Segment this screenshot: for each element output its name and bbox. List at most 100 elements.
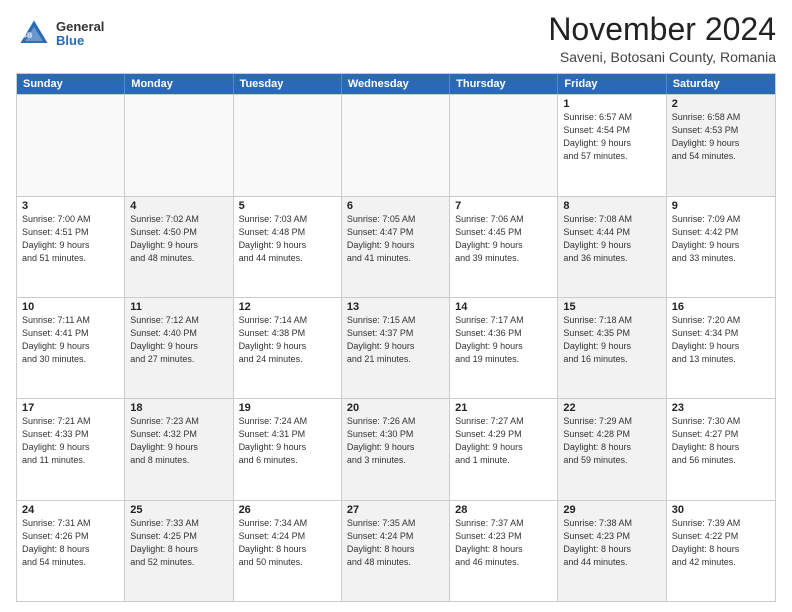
page: GB General Blue November 2024 Saveni, Bo… [0, 0, 792, 612]
day-info: Sunrise: 7:15 AMSunset: 4:37 PMDaylight:… [347, 314, 444, 366]
calendar-cell: 9Sunrise: 7:09 AMSunset: 4:42 PMDaylight… [667, 197, 775, 297]
cal-header-thursday: Thursday [450, 74, 558, 94]
calendar-cell: 20Sunrise: 7:26 AMSunset: 4:30 PMDayligh… [342, 399, 450, 499]
cal-header-saturday: Saturday [667, 74, 775, 94]
day-info: Sunrise: 7:18 AMSunset: 4:35 PMDaylight:… [563, 314, 660, 366]
calendar-cell [125, 95, 233, 195]
calendar-cell: 21Sunrise: 7:27 AMSunset: 4:29 PMDayligh… [450, 399, 558, 499]
calendar-week-4: 17Sunrise: 7:21 AMSunset: 4:33 PMDayligh… [17, 398, 775, 499]
calendar-cell: 8Sunrise: 7:08 AMSunset: 4:44 PMDaylight… [558, 197, 666, 297]
calendar-cell: 15Sunrise: 7:18 AMSunset: 4:35 PMDayligh… [558, 298, 666, 398]
calendar-cell: 1Sunrise: 6:57 AMSunset: 4:54 PMDaylight… [558, 95, 666, 195]
calendar-cell [342, 95, 450, 195]
day-number: 8 [563, 200, 660, 212]
day-number: 1 [563, 98, 660, 110]
day-info: Sunrise: 7:21 AMSunset: 4:33 PMDaylight:… [22, 415, 119, 467]
calendar-cell: 25Sunrise: 7:33 AMSunset: 4:25 PMDayligh… [125, 501, 233, 601]
calendar-cell: 3Sunrise: 7:00 AMSunset: 4:51 PMDaylight… [17, 197, 125, 297]
calendar-cell: 23Sunrise: 7:30 AMSunset: 4:27 PMDayligh… [667, 399, 775, 499]
day-number: 18 [130, 402, 227, 414]
month-title: November 2024 [548, 12, 776, 47]
day-number: 16 [672, 301, 770, 313]
day-number: 7 [455, 200, 552, 212]
calendar-week-5: 24Sunrise: 7:31 AMSunset: 4:26 PMDayligh… [17, 500, 775, 601]
day-info: Sunrise: 7:08 AMSunset: 4:44 PMDaylight:… [563, 213, 660, 265]
cal-header-sunday: Sunday [17, 74, 125, 94]
logo-blue-label: Blue [56, 34, 104, 48]
logo-general-label: General [56, 20, 104, 34]
day-number: 2 [672, 98, 770, 110]
calendar-cell: 12Sunrise: 7:14 AMSunset: 4:38 PMDayligh… [234, 298, 342, 398]
calendar-cell [17, 95, 125, 195]
calendar-cell: 6Sunrise: 7:05 AMSunset: 4:47 PMDaylight… [342, 197, 450, 297]
day-info: Sunrise: 6:58 AMSunset: 4:53 PMDaylight:… [672, 111, 770, 163]
calendar-cell: 4Sunrise: 7:02 AMSunset: 4:50 PMDaylight… [125, 197, 233, 297]
day-info: Sunrise: 7:17 AMSunset: 4:36 PMDaylight:… [455, 314, 552, 366]
day-number: 21 [455, 402, 552, 414]
day-info: Sunrise: 7:11 AMSunset: 4:41 PMDaylight:… [22, 314, 119, 366]
day-info: Sunrise: 7:37 AMSunset: 4:23 PMDaylight:… [455, 517, 552, 569]
day-info: Sunrise: 7:09 AMSunset: 4:42 PMDaylight:… [672, 213, 770, 265]
cal-header-wednesday: Wednesday [342, 74, 450, 94]
day-number: 28 [455, 504, 552, 516]
logo: GB General Blue [16, 16, 104, 52]
calendar-cell: 22Sunrise: 7:29 AMSunset: 4:28 PMDayligh… [558, 399, 666, 499]
day-info: Sunrise: 7:05 AMSunset: 4:47 PMDaylight:… [347, 213, 444, 265]
day-info: Sunrise: 7:26 AMSunset: 4:30 PMDaylight:… [347, 415, 444, 467]
day-number: 10 [22, 301, 119, 313]
calendar-body: 1Sunrise: 6:57 AMSunset: 4:54 PMDaylight… [17, 94, 775, 601]
day-info: Sunrise: 7:34 AMSunset: 4:24 PMDaylight:… [239, 517, 336, 569]
day-number: 30 [672, 504, 770, 516]
calendar-cell [234, 95, 342, 195]
day-info: Sunrise: 7:30 AMSunset: 4:27 PMDaylight:… [672, 415, 770, 467]
logo-icon: GB [16, 16, 52, 52]
day-number: 20 [347, 402, 444, 414]
calendar-cell: 11Sunrise: 7:12 AMSunset: 4:40 PMDayligh… [125, 298, 233, 398]
day-number: 14 [455, 301, 552, 313]
cal-header-friday: Friday [558, 74, 666, 94]
day-number: 11 [130, 301, 227, 313]
day-info: Sunrise: 7:14 AMSunset: 4:38 PMDaylight:… [239, 314, 336, 366]
day-info: Sunrise: 7:00 AMSunset: 4:51 PMDaylight:… [22, 213, 119, 265]
calendar: SundayMondayTuesdayWednesdayThursdayFrid… [16, 73, 776, 602]
day-number: 27 [347, 504, 444, 516]
calendar-cell: 17Sunrise: 7:21 AMSunset: 4:33 PMDayligh… [17, 399, 125, 499]
calendar-week-1: 1Sunrise: 6:57 AMSunset: 4:54 PMDaylight… [17, 94, 775, 195]
day-info: Sunrise: 7:24 AMSunset: 4:31 PMDaylight:… [239, 415, 336, 467]
calendar-cell: 16Sunrise: 7:20 AMSunset: 4:34 PMDayligh… [667, 298, 775, 398]
cal-header-monday: Monday [125, 74, 233, 94]
day-number: 17 [22, 402, 119, 414]
calendar-header-row: SundayMondayTuesdayWednesdayThursdayFrid… [17, 74, 775, 94]
calendar-cell: 28Sunrise: 7:37 AMSunset: 4:23 PMDayligh… [450, 501, 558, 601]
day-info: Sunrise: 7:12 AMSunset: 4:40 PMDaylight:… [130, 314, 227, 366]
calendar-cell: 27Sunrise: 7:35 AMSunset: 4:24 PMDayligh… [342, 501, 450, 601]
day-number: 13 [347, 301, 444, 313]
calendar-cell [450, 95, 558, 195]
day-number: 5 [239, 200, 336, 212]
day-info: Sunrise: 7:03 AMSunset: 4:48 PMDaylight:… [239, 213, 336, 265]
calendar-cell: 14Sunrise: 7:17 AMSunset: 4:36 PMDayligh… [450, 298, 558, 398]
day-number: 24 [22, 504, 119, 516]
cal-header-tuesday: Tuesday [234, 74, 342, 94]
day-info: Sunrise: 7:35 AMSunset: 4:24 PMDaylight:… [347, 517, 444, 569]
location-subtitle: Saveni, Botosani County, Romania [548, 49, 776, 65]
day-number: 22 [563, 402, 660, 414]
day-info: Sunrise: 7:06 AMSunset: 4:45 PMDaylight:… [455, 213, 552, 265]
calendar-cell: 5Sunrise: 7:03 AMSunset: 4:48 PMDaylight… [234, 197, 342, 297]
day-number: 19 [239, 402, 336, 414]
day-info: Sunrise: 7:23 AMSunset: 4:32 PMDaylight:… [130, 415, 227, 467]
calendar-cell: 24Sunrise: 7:31 AMSunset: 4:26 PMDayligh… [17, 501, 125, 601]
calendar-cell: 30Sunrise: 7:39 AMSunset: 4:22 PMDayligh… [667, 501, 775, 601]
calendar-cell: 18Sunrise: 7:23 AMSunset: 4:32 PMDayligh… [125, 399, 233, 499]
day-info: Sunrise: 7:39 AMSunset: 4:22 PMDaylight:… [672, 517, 770, 569]
day-number: 4 [130, 200, 227, 212]
day-info: Sunrise: 7:31 AMSunset: 4:26 PMDaylight:… [22, 517, 119, 569]
day-number: 9 [672, 200, 770, 212]
day-info: Sunrise: 7:33 AMSunset: 4:25 PMDaylight:… [130, 517, 227, 569]
day-number: 12 [239, 301, 336, 313]
day-number: 29 [563, 504, 660, 516]
day-info: Sunrise: 7:29 AMSunset: 4:28 PMDaylight:… [563, 415, 660, 467]
calendar-cell: 26Sunrise: 7:34 AMSunset: 4:24 PMDayligh… [234, 501, 342, 601]
day-number: 15 [563, 301, 660, 313]
day-number: 6 [347, 200, 444, 212]
